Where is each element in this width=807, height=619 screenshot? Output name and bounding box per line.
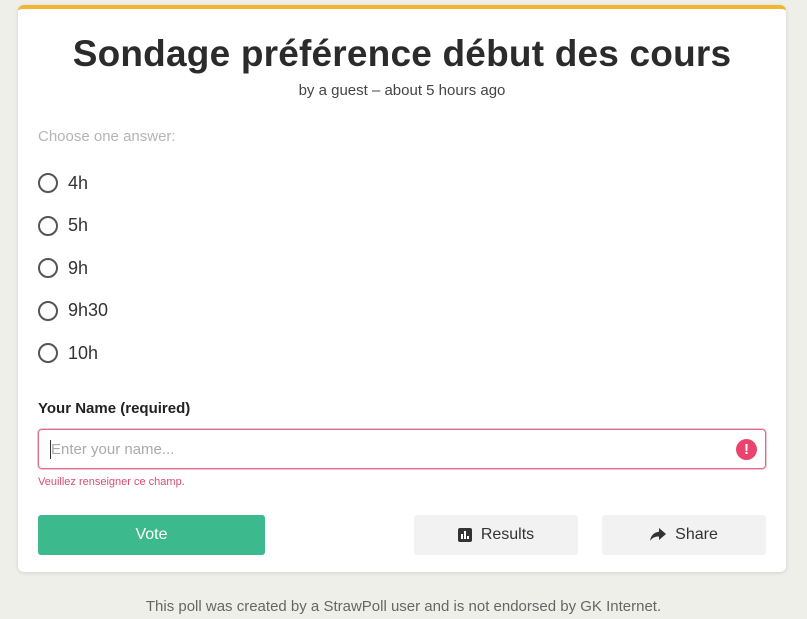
name-input-wrapper: ! <box>38 429 766 469</box>
vote-button-label: Vote <box>135 526 168 543</box>
radio-button[interactable] <box>38 173 58 193</box>
share-arrow-icon <box>650 528 667 541</box>
radio-button[interactable] <box>38 258 58 278</box>
alert-icon: ! <box>736 439 757 460</box>
radio-button[interactable] <box>38 300 58 321</box>
results-button-label: Results <box>480 526 535 543</box>
name-field-label: Your Name (required) <box>38 400 191 417</box>
footer-disclaimer: This poll was created by a StrawPoll use… <box>145 598 662 615</box>
answer-prompt: Choose one answer: <box>38 128 176 145</box>
option-5h[interactable]: 5h <box>38 214 108 238</box>
text-caret <box>50 440 51 459</box>
share-button[interactable]: Share <box>602 515 766 555</box>
validation-message: Veuillez renseigner ce champ. <box>38 476 185 488</box>
answer-options: 4h 5h 9h 9h30 10h <box>38 171 108 384</box>
poll-title: Sondage préférence début des cours <box>72 33 732 74</box>
bar-chart-icon <box>457 528 472 542</box>
option-label: 5h <box>68 215 89 235</box>
share-button-label: Share <box>675 526 718 543</box>
option-9h[interactable]: 9h <box>38 256 108 280</box>
poll-byline: by a guest – about 5 hours ago <box>298 82 506 99</box>
option-9h30[interactable]: 9h30 <box>38 299 108 323</box>
option-10h[interactable]: 10h <box>38 341 108 365</box>
vote-button[interactable]: Vote <box>38 515 265 555</box>
results-button[interactable]: Results <box>414 515 578 555</box>
option-label: 10h <box>68 342 99 363</box>
option-label: 9h30 <box>68 300 109 320</box>
poll-card: Sondage préférence début des cours by a … <box>18 5 786 572</box>
name-input[interactable] <box>39 430 765 468</box>
option-label: 4h <box>68 172 89 193</box>
radio-button[interactable] <box>38 215 58 236</box>
option-4h[interactable]: 4h <box>38 171 108 195</box>
option-label: 9h <box>68 257 89 278</box>
radio-button[interactable] <box>38 343 58 363</box>
